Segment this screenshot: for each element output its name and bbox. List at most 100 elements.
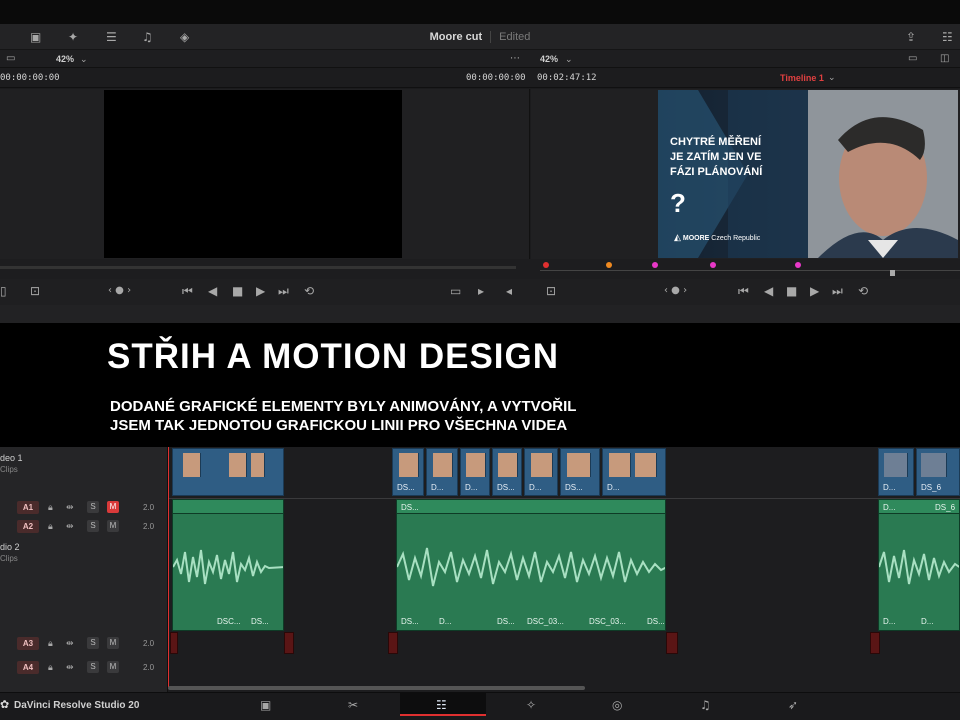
video-clip[interactable]: D... <box>460 448 490 496</box>
chevron-down-icon[interactable]: ⌄ <box>80 54 88 66</box>
marker[interactable] <box>543 262 549 268</box>
play-reverse-icon[interactable]: ◀ <box>208 285 217 297</box>
stop-icon[interactable]: ■ <box>786 285 797 297</box>
transform-icon[interactable]: ⊡ <box>30 285 40 297</box>
track-a2-patch[interactable]: A2 <box>17 520 39 533</box>
video-clip[interactable]: DS_6 <box>916 448 960 496</box>
jump-end-icon[interactable]: ⏭ <box>278 285 289 297</box>
source-zoom[interactable]: 42% <box>56 54 74 64</box>
fusion-page-icon[interactable]: ✧ <box>526 699 536 711</box>
clip-label: D... <box>607 483 620 492</box>
loop-icon[interactable]: ⟲ <box>858 285 868 297</box>
track-name-audio2: dio 2 <box>0 542 20 552</box>
marker[interactable] <box>606 262 612 268</box>
track-a3-patch[interactable]: A3 <box>17 637 39 650</box>
audio-clip[interactable] <box>666 632 678 654</box>
fairlight-page-icon[interactable]: ♫ <box>700 699 711 711</box>
auto-select-icon[interactable]: ⇹ <box>66 521 74 533</box>
marker[interactable] <box>710 262 716 268</box>
clip-label: DS... <box>251 617 269 626</box>
layout-icon[interactable]: ▭ <box>6 53 15 65</box>
audio-clip[interactable] <box>170 632 178 654</box>
project-title: Moore cut Edited <box>0 31 960 43</box>
viewer-settings-bar <box>0 50 960 68</box>
clip-label: D... <box>921 617 934 626</box>
lock-icon[interactable]: 🔒︎ <box>48 662 53 674</box>
track-a4-patch[interactable]: A4 <box>17 661 39 674</box>
video-clip[interactable]: DS... <box>492 448 522 496</box>
jump-end-icon[interactable]: ⏭ <box>832 285 843 297</box>
layout-icon[interactable]: ▭ <box>908 53 917 65</box>
solo-button[interactable]: S <box>87 501 99 513</box>
playhead-handle[interactable] <box>890 270 895 276</box>
clip-icon[interactable]: ▯ <box>0 285 7 297</box>
mark-in-icon[interactable]: ▸ <box>478 285 484 297</box>
timeline-scrollbar[interactable] <box>168 686 585 690</box>
clip-thumbnail <box>531 453 553 477</box>
audio-clip[interactable] <box>284 632 294 654</box>
chevron-down-icon[interactable]: ⌄ <box>565 54 573 66</box>
program-zoom[interactable]: 42% <box>540 54 558 64</box>
jog-control-icon[interactable]: ‹ ● › <box>108 285 131 297</box>
lock-icon[interactable]: 🔒︎ <box>48 502 53 514</box>
play-icon[interactable]: ▶ <box>256 285 265 297</box>
program-scrubber[interactable] <box>540 270 960 271</box>
solo-button[interactable]: S <box>87 637 99 649</box>
auto-select-icon[interactable]: ⇹ <box>66 638 74 650</box>
lock-icon[interactable]: 🔒︎ <box>48 521 53 533</box>
mute-button[interactable]: M <box>107 661 119 673</box>
audio-clip[interactable]: DSC... DS... <box>172 499 284 631</box>
video-clip[interactable]: DS... <box>392 448 424 496</box>
video-clip[interactable]: D... <box>426 448 458 496</box>
solo-button[interactable]: S <box>87 520 99 532</box>
marker[interactable] <box>652 262 658 268</box>
auto-select-icon[interactable]: ⇹ <box>66 662 74 674</box>
share-icon[interactable]: ⇪ <box>906 31 916 43</box>
color-page-icon[interactable]: ◎ <box>612 699 622 711</box>
track-a1-patch[interactable]: A1 <box>17 501 39 514</box>
solo-button[interactable]: S <box>87 661 99 673</box>
program-viewer-screen[interactable]: CHYTRÉ MĚŘENÍ JE ZATÍM JEN VE FÁZI PLÁNO… <box>658 90 958 258</box>
video-clip[interactable] <box>172 448 284 496</box>
jump-start-icon[interactable]: ⏮ <box>738 285 749 297</box>
video-clip[interactable]: D... <box>602 448 666 496</box>
auto-select-icon[interactable]: ⇹ <box>66 502 74 514</box>
scrub-bar[interactable] <box>0 259 960 279</box>
play-icon[interactable]: ▶ <box>810 285 819 297</box>
media-page-icon[interactable]: ▣ <box>260 699 271 711</box>
marker[interactable] <box>795 262 801 268</box>
mute-button[interactable]: M <box>107 501 119 513</box>
edit-page-icon[interactable]: ☷ <box>436 699 447 711</box>
jog-control-icon[interactable]: ‹ ● › <box>664 285 687 297</box>
mute-button[interactable]: M <box>107 520 119 532</box>
cut-page-icon[interactable]: ✂ <box>348 699 358 711</box>
mixer-icon[interactable]: ☷ <box>942 31 953 43</box>
mark-out-icon[interactable]: ◂ <box>506 285 512 297</box>
video-clip[interactable]: D... <box>878 448 914 496</box>
more-options-icon[interactable]: ⋯ <box>510 53 520 65</box>
play-reverse-icon[interactable]: ◀ <box>764 285 773 297</box>
match-frame-icon[interactable]: ▭ <box>450 285 461 297</box>
video-clip[interactable]: DS... <box>560 448 600 496</box>
deliver-page-icon[interactable]: ➶ <box>788 699 798 711</box>
app-name: DaVinci Resolve Studio 20 <box>14 700 140 711</box>
overlay-icon[interactable]: ◫ <box>940 53 949 65</box>
audio-clip[interactable]: DS... DS... D... DS... DSC_03... DSC_03.… <box>396 499 666 631</box>
jump-start-icon[interactable]: ⏮ <box>182 285 193 297</box>
timeline-playhead[interactable] <box>168 447 169 687</box>
audio-clip[interactable] <box>388 632 398 654</box>
stop-icon[interactable]: ■ <box>232 285 243 297</box>
moore-logo: ◭ MOORE Czech Republic <box>674 232 760 243</box>
resolve-logo-icon: ✿ <box>0 698 10 711</box>
source-scrubber[interactable] <box>0 266 516 269</box>
mute-button[interactable]: M <box>107 637 119 649</box>
lock-icon[interactable]: 🔒︎ <box>48 638 53 650</box>
video-clip[interactable]: D... <box>524 448 558 496</box>
audio-clip[interactable] <box>870 632 880 654</box>
chevron-down-icon[interactable]: ⌄ <box>828 72 836 84</box>
timeline-selector[interactable]: Timeline 1 <box>780 73 824 83</box>
source-viewer-screen[interactable] <box>104 90 402 258</box>
loop-icon[interactable]: ⟲ <box>304 285 314 297</box>
transform-icon[interactable]: ⊡ <box>546 285 556 297</box>
audio-clip[interactable]: D... DS_6 D... D... <box>878 499 960 631</box>
